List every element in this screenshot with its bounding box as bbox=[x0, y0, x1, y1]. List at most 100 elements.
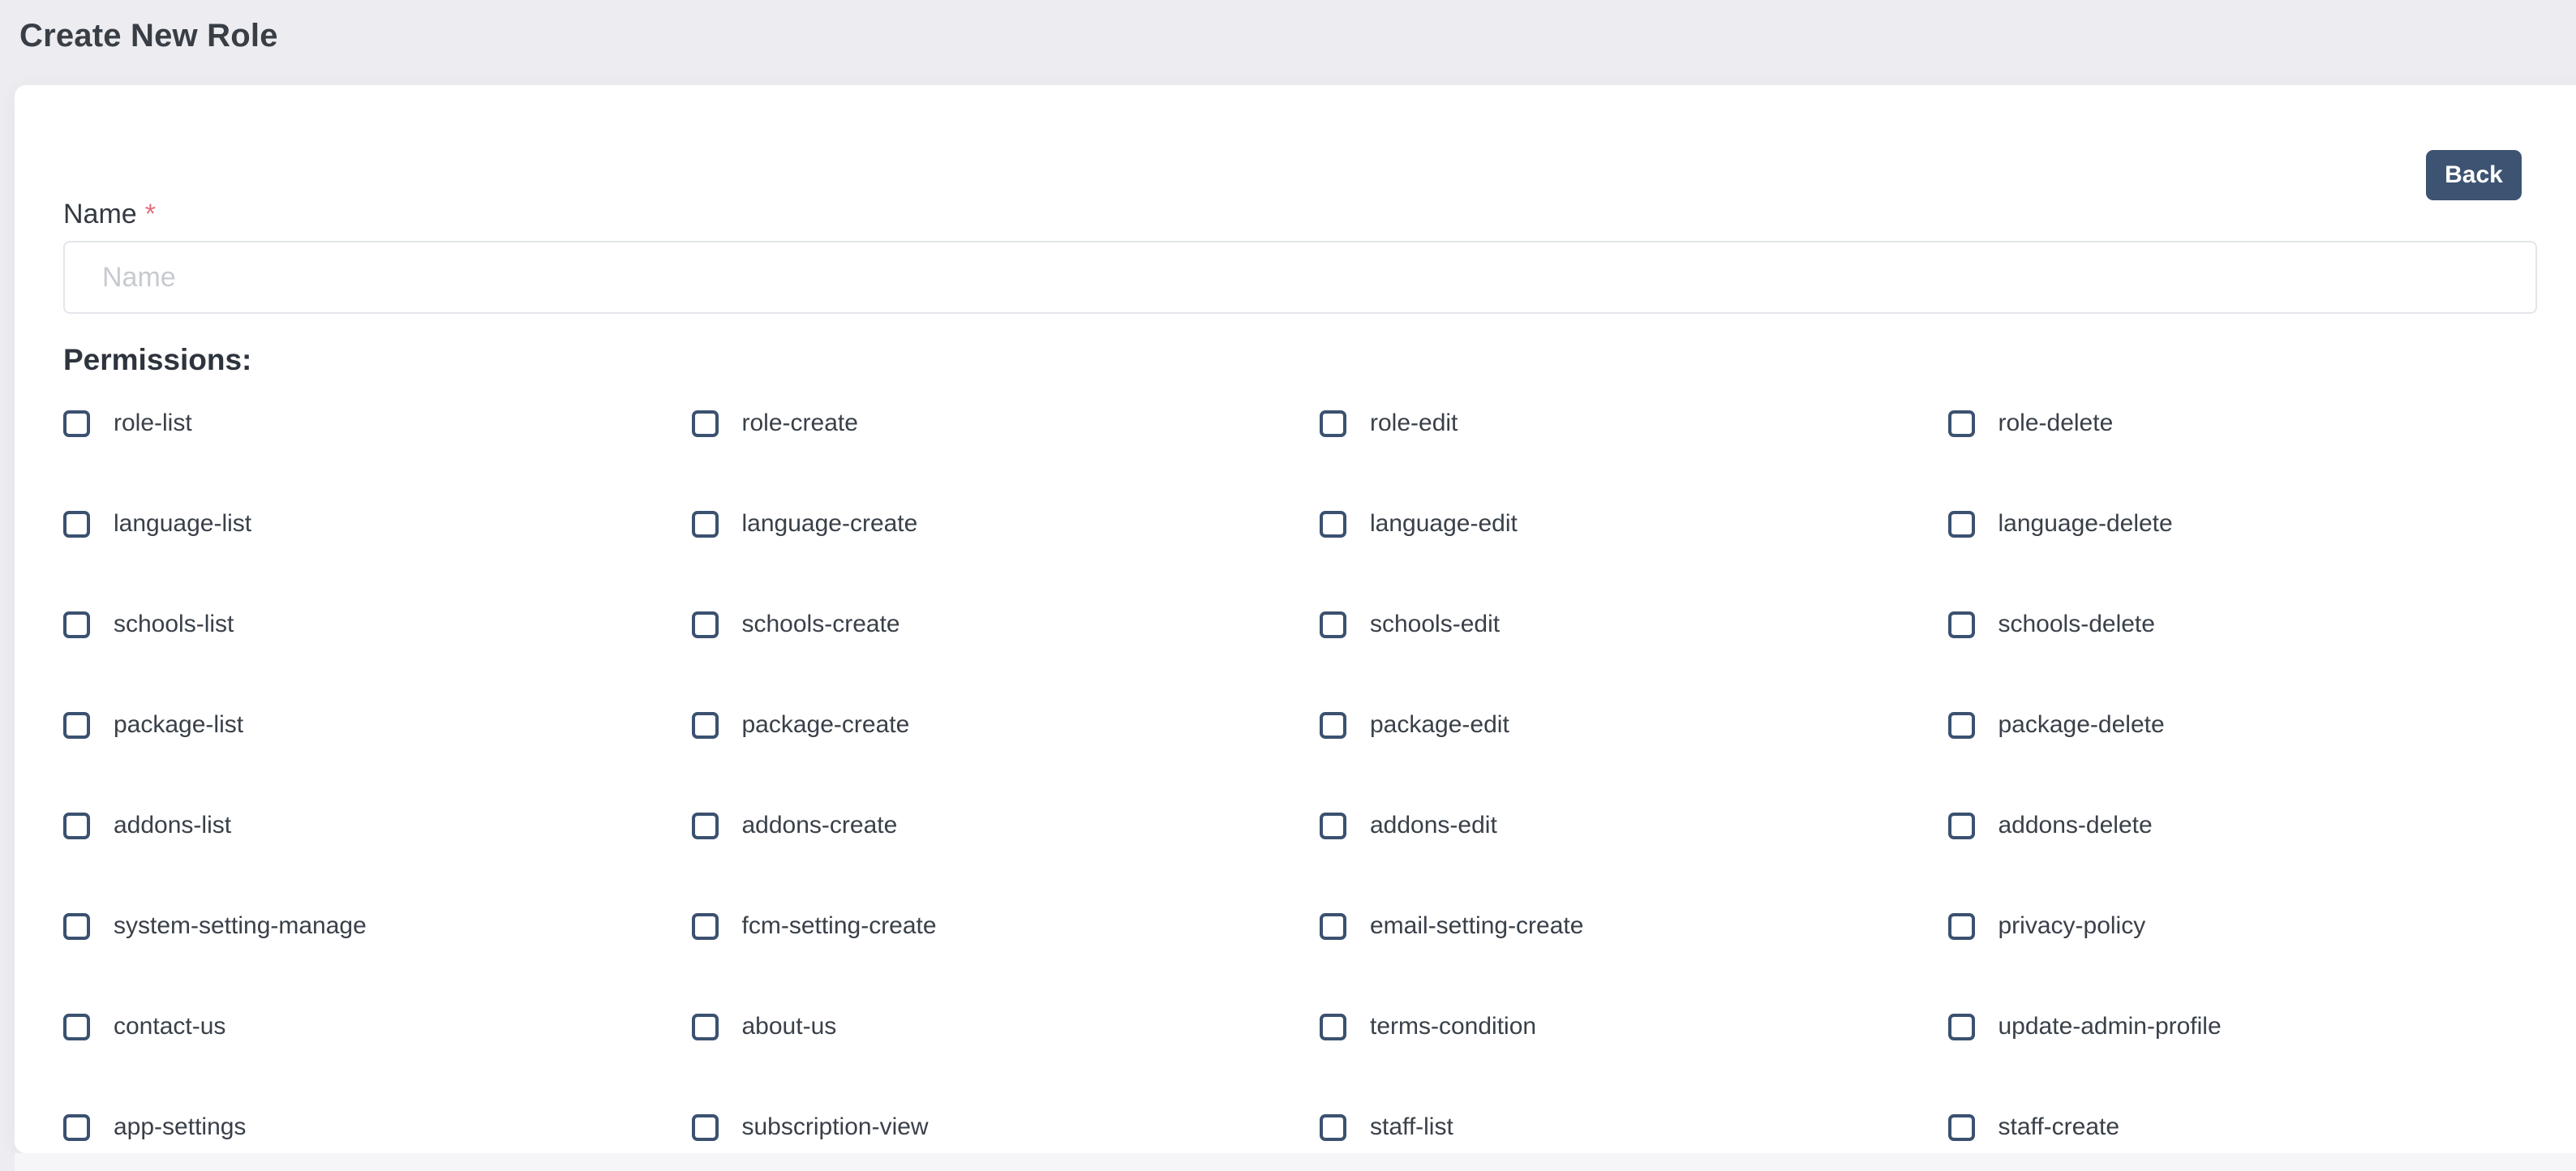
checkbox-icon[interactable] bbox=[1948, 712, 1975, 739]
page-title: Create New Role bbox=[19, 18, 278, 54]
checkbox-icon[interactable] bbox=[1320, 712, 1346, 739]
permission-label: privacy-policy bbox=[1999, 911, 2146, 941]
checkbox-icon[interactable] bbox=[1948, 410, 1975, 437]
checkbox-icon[interactable] bbox=[63, 1114, 90, 1141]
checkbox-icon[interactable] bbox=[63, 611, 90, 638]
permission-item[interactable]: staff-list bbox=[1320, 1111, 1453, 1143]
checkbox-icon[interactable] bbox=[692, 611, 719, 638]
permission-item[interactable]: role-edit bbox=[1320, 407, 1458, 440]
checkbox-icon[interactable] bbox=[1948, 511, 1975, 538]
checkbox-icon[interactable] bbox=[1948, 1014, 1975, 1040]
checkbox-icon[interactable] bbox=[692, 813, 719, 839]
permission-item[interactable]: update-admin-profile bbox=[1948, 1010, 2222, 1043]
permissions-heading: Permissions: bbox=[63, 343, 251, 377]
checkbox-icon[interactable] bbox=[692, 913, 719, 940]
permission-label: role-create bbox=[742, 409, 858, 438]
checkbox-icon[interactable] bbox=[63, 511, 90, 538]
permission-item[interactable]: addons-list bbox=[63, 809, 231, 842]
back-button[interactable]: Back bbox=[2426, 150, 2522, 200]
permission-item[interactable]: language-list bbox=[63, 508, 251, 540]
checkbox-icon[interactable] bbox=[692, 1014, 719, 1040]
permission-label: language-create bbox=[742, 509, 918, 538]
permission-label: staff-list bbox=[1370, 1113, 1453, 1142]
checkbox-icon[interactable] bbox=[63, 410, 90, 437]
permission-item[interactable]: schools-delete bbox=[1948, 608, 2155, 641]
permission-label: package-list bbox=[114, 710, 243, 740]
checkbox-icon[interactable] bbox=[63, 1014, 90, 1040]
permission-label: schools-delete bbox=[1999, 610, 2155, 639]
checkbox-icon[interactable] bbox=[1320, 410, 1346, 437]
permission-item[interactable]: subscription-view bbox=[692, 1111, 929, 1143]
permission-label: role-list bbox=[114, 409, 192, 438]
checkbox-icon[interactable] bbox=[1948, 1114, 1975, 1141]
checkbox-icon[interactable] bbox=[63, 913, 90, 940]
permission-item[interactable]: role-list bbox=[63, 407, 192, 440]
permission-item[interactable]: addons-edit bbox=[1320, 809, 1497, 842]
checkbox-icon[interactable] bbox=[692, 410, 719, 437]
permission-label: package-create bbox=[742, 710, 910, 740]
permission-label: fcm-setting-create bbox=[742, 911, 937, 941]
permission-item[interactable]: schools-create bbox=[692, 608, 900, 641]
permission-item[interactable]: staff-create bbox=[1948, 1111, 2120, 1143]
permission-label: language-edit bbox=[1370, 509, 1518, 538]
permission-label: role-edit bbox=[1370, 409, 1458, 438]
permission-label: addons-create bbox=[742, 811, 898, 840]
permission-item[interactable]: email-setting-create bbox=[1320, 910, 1583, 942]
checkbox-icon[interactable] bbox=[1320, 1114, 1346, 1141]
permission-item[interactable]: app-settings bbox=[63, 1111, 246, 1143]
permission-label: terms-condition bbox=[1370, 1012, 1536, 1041]
name-label: Name* bbox=[63, 199, 156, 230]
permission-label: staff-create bbox=[1999, 1113, 2120, 1142]
checkbox-icon[interactable] bbox=[1948, 611, 1975, 638]
permission-label: contact-us bbox=[114, 1012, 225, 1041]
permission-label: email-setting-create bbox=[1370, 911, 1583, 941]
checkbox-icon[interactable] bbox=[1320, 1014, 1346, 1040]
permission-label: addons-list bbox=[114, 811, 231, 840]
permission-item[interactable]: language-delete bbox=[1948, 508, 2173, 540]
checkbox-icon[interactable] bbox=[63, 712, 90, 739]
permission-label: schools-list bbox=[114, 610, 234, 639]
permission-item[interactable]: privacy-policy bbox=[1948, 910, 2146, 942]
permission-item[interactable]: contact-us bbox=[63, 1010, 225, 1043]
checkbox-icon[interactable] bbox=[63, 813, 90, 839]
permission-label: about-us bbox=[742, 1012, 837, 1041]
permission-item[interactable]: package-delete bbox=[1948, 709, 2165, 741]
permission-item[interactable]: role-delete bbox=[1948, 407, 2114, 440]
permission-label: package-edit bbox=[1370, 710, 1509, 740]
permission-label: subscription-view bbox=[742, 1113, 929, 1142]
permission-item[interactable]: schools-edit bbox=[1320, 608, 1500, 641]
permission-item[interactable]: fcm-setting-create bbox=[692, 910, 937, 942]
checkbox-icon[interactable] bbox=[692, 712, 719, 739]
checkbox-icon[interactable] bbox=[692, 511, 719, 538]
checkbox-icon[interactable] bbox=[1948, 813, 1975, 839]
permission-item[interactable]: package-edit bbox=[1320, 709, 1509, 741]
permission-item[interactable]: about-us bbox=[692, 1010, 837, 1043]
checkbox-icon[interactable] bbox=[1320, 813, 1346, 839]
permission-item[interactable]: language-edit bbox=[1320, 508, 1518, 540]
permission-label: addons-delete bbox=[1999, 811, 2153, 840]
checkbox-icon[interactable] bbox=[692, 1114, 719, 1141]
permission-item[interactable]: terms-condition bbox=[1320, 1010, 1536, 1043]
permission-label: schools-create bbox=[742, 610, 900, 639]
checkbox-icon[interactable] bbox=[1320, 511, 1346, 538]
permission-item[interactable]: addons-create bbox=[692, 809, 898, 842]
permission-label: language-delete bbox=[1999, 509, 2173, 538]
permission-label: addons-edit bbox=[1370, 811, 1497, 840]
permission-item[interactable]: addons-delete bbox=[1948, 809, 2153, 842]
permission-item[interactable]: role-create bbox=[692, 407, 858, 440]
permission-label: schools-edit bbox=[1370, 610, 1500, 639]
checkbox-icon[interactable] bbox=[1320, 611, 1346, 638]
name-input[interactable] bbox=[63, 241, 2537, 314]
permission-item[interactable]: package-list bbox=[63, 709, 243, 741]
permissions-grid: role-list role-create role-edit role-del… bbox=[63, 407, 2576, 1143]
permission-item[interactable]: package-create bbox=[692, 709, 910, 741]
permission-item[interactable]: language-create bbox=[692, 508, 918, 540]
checkbox-icon[interactable] bbox=[1948, 913, 1975, 940]
permission-item[interactable]: schools-list bbox=[63, 608, 234, 641]
card-bottom-shadow bbox=[15, 1153, 2576, 1171]
permission-label: role-delete bbox=[1999, 409, 2114, 438]
create-role-card: Back Name* Permissions: role-list role-c… bbox=[15, 85, 2576, 1153]
permission-label: package-delete bbox=[1999, 710, 2165, 740]
permission-item[interactable]: system-setting-manage bbox=[63, 910, 367, 942]
checkbox-icon[interactable] bbox=[1320, 913, 1346, 940]
